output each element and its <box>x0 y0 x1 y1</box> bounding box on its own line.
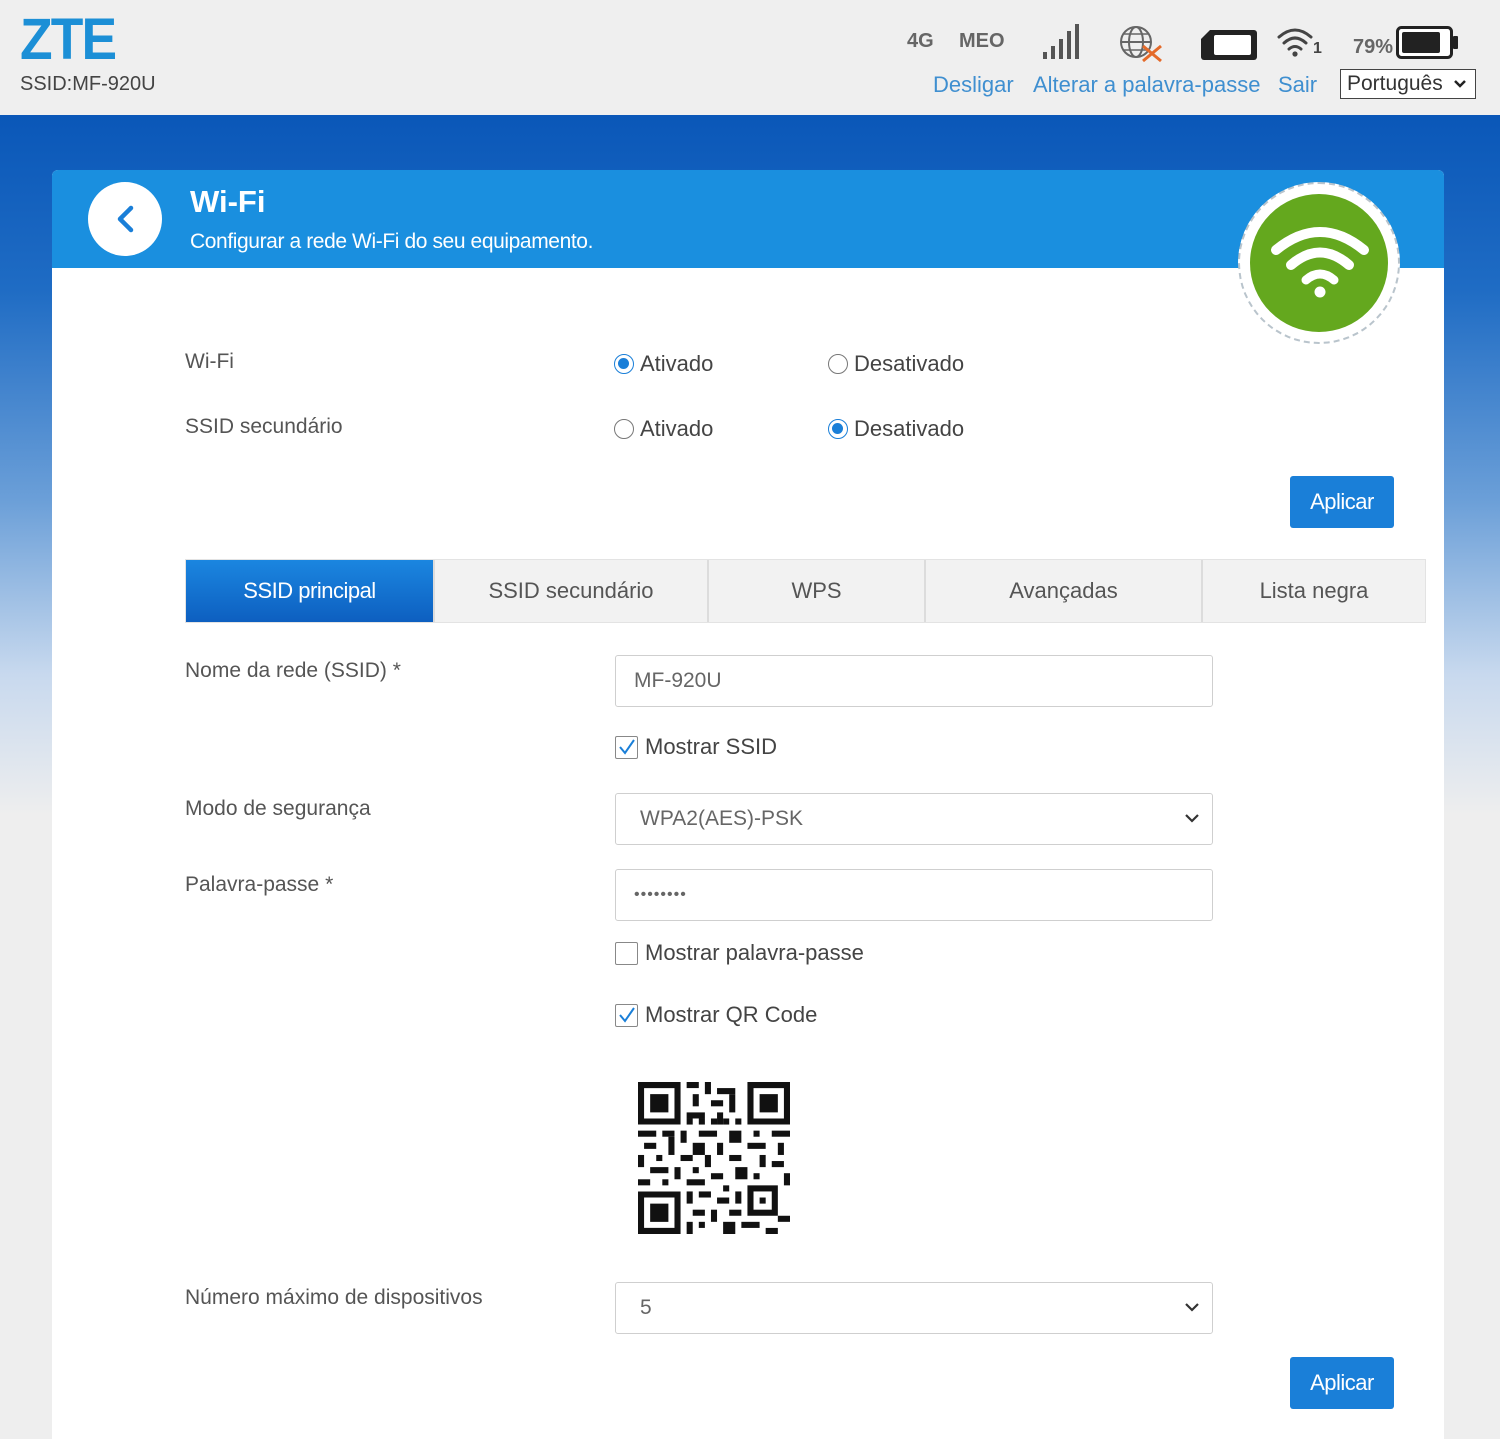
sim-card-icon <box>1201 30 1257 60</box>
max-devices-label: Número máximo de dispositivos <box>185 1286 483 1309</box>
checkbox-checked-icon <box>615 735 638 759</box>
wifi-badge <box>1238 182 1400 344</box>
wifi-settings-panel: Wi-Fi Configurar a rede Wi-Fi do seu equ… <box>52 170 1444 1439</box>
wifi-qr-code <box>638 1082 790 1234</box>
ssid-name-label: Nome da rede (SSID) * <box>185 659 401 682</box>
chevron-left-icon <box>117 205 134 233</box>
max-devices-select[interactable]: 5 <box>615 1282 1213 1334</box>
tab-wps[interactable]: WPS <box>709 560 926 622</box>
radio-selected-icon <box>828 419 848 439</box>
tab-blacklist[interactable]: Lista negra <box>1203 560 1425 622</box>
radio-unselected-icon <box>614 419 634 439</box>
battery-icon <box>1396 26 1458 59</box>
tab-advanced[interactable]: Avançadas <box>926 560 1203 622</box>
disconnect-link[interactable]: Desligar <box>933 72 1014 98</box>
logout-link[interactable]: Sair <box>1278 72 1317 98</box>
panel-header: Wi-Fi Configurar a rede Wi-Fi do seu equ… <box>52 170 1444 268</box>
show-ssid-label: Mostrar SSID <box>645 734 778 759</box>
radio-unselected-icon <box>828 354 848 374</box>
security-mode-select[interactable]: WPA2(AES)-PSK <box>615 793 1213 845</box>
secondary-ssid-off-label: Desativado <box>854 416 965 441</box>
language-select[interactable]: Português <box>1340 69 1476 99</box>
battery-percent: 79% <box>1353 36 1394 58</box>
checkbox-checked-icon <box>615 1003 638 1027</box>
top-header: ZTE SSID:MF-920U 4G MEO 1 79% Desligar A… <box>0 0 1500 115</box>
tab-main-ssid[interactable]: SSID principal <box>186 560 435 622</box>
secondary-ssid-on-radio[interactable]: Ativado <box>614 416 713 442</box>
wifi-off-label: Desativado <box>854 351 965 376</box>
wifi-icon <box>1271 227 1369 298</box>
apply-button-bottom[interactable]: Aplicar <box>1290 1357 1394 1409</box>
show-qr-checkbox[interactable]: Mostrar QR Code <box>615 1002 817 1028</box>
ssid-label: SSID:MF-920U <box>20 73 156 95</box>
back-button[interactable] <box>88 182 162 256</box>
wifi-on-label: Ativado <box>640 351 714 376</box>
max-devices-value: 5 <box>640 1296 652 1319</box>
apply-button-top[interactable]: Aplicar <box>1290 476 1394 528</box>
language-select-value: Português <box>1347 72 1443 95</box>
security-mode-value: WPA2(AES)-PSK <box>640 807 803 830</box>
wifi-label: Wi-Fi <box>185 350 234 373</box>
signal-strength-icon <box>1043 24 1079 59</box>
security-mode-label: Modo de segurança <box>185 797 371 820</box>
show-qr-label: Mostrar QR Code <box>645 1002 818 1027</box>
chevron-down-icon <box>1185 1303 1199 1312</box>
secondary-ssid-label: SSID secundário <box>185 415 343 438</box>
wifi-off-radio[interactable]: Desativado <box>828 351 964 377</box>
wifi-on-radio[interactable]: Ativado <box>614 351 713 377</box>
chevron-down-icon <box>1454 80 1466 88</box>
checkbox-unchecked-icon <box>615 941 638 965</box>
tab-secondary-ssid[interactable]: SSID secundário <box>435 560 709 622</box>
operator-name: MEO <box>959 30 1005 52</box>
network-type: 4G <box>907 30 934 52</box>
ssid-name-input[interactable]: MF-920U <box>615 655 1213 707</box>
chevron-down-icon <box>1185 814 1199 823</box>
radio-selected-icon <box>614 354 634 374</box>
internet-disconnected-icon <box>1120 26 1162 63</box>
show-password-checkbox[interactable]: Mostrar palavra-passe <box>615 940 864 966</box>
change-password-link[interactable]: Alterar a palavra-passe <box>1033 72 1260 98</box>
secondary-ssid-off-radio[interactable]: Desativado <box>828 416 964 442</box>
zte-logo: ZTE <box>20 7 117 72</box>
page-subtitle: Configurar a rede Wi-Fi do seu equipamen… <box>190 230 594 253</box>
show-password-label: Mostrar palavra-passe <box>645 940 864 965</box>
password-input[interactable]: •••••••• <box>615 869 1213 921</box>
page-title: Wi-Fi <box>190 184 266 219</box>
ssid-tabs: SSID principal SSID secundário WPS Avanç… <box>185 559 1426 623</box>
password-label: Palavra-passe * <box>185 873 334 896</box>
secondary-ssid-on-label: Ativado <box>640 416 714 441</box>
wifi-clients-count: 1 <box>1313 40 1322 57</box>
show-ssid-checkbox[interactable]: Mostrar SSID <box>615 734 777 760</box>
